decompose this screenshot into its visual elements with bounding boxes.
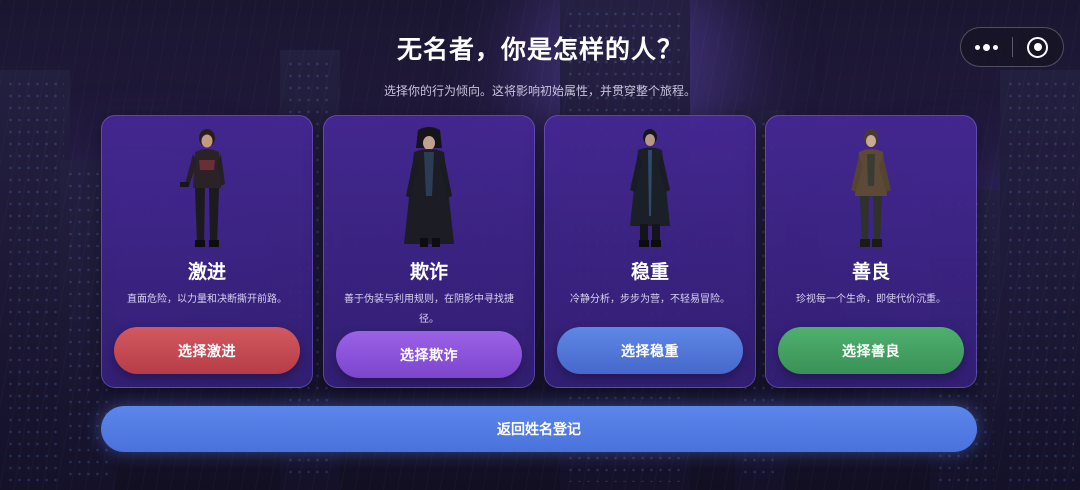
- choice-description: 珍视每一个生命，即使代价沉重。: [796, 294, 946, 305]
- page-subtitle: 选择你的行为倾向。这将影响初始属性，并贯穿整个旅程。: [383, 84, 696, 98]
- target-close-icon[interactable]: [1012, 28, 1063, 66]
- select-deceptive-button[interactable]: 选择欺诈: [336, 331, 522, 378]
- back-to-name-registration-button[interactable]: 返回姓名登记: [101, 406, 977, 452]
- choice-card-kind: 善良 珍视每一个生命，即使代价沉重。 选择善良: [765, 115, 977, 388]
- choice-description: 直面危险，以力量和决断撕开前路。: [127, 294, 287, 305]
- mini-program-capsule: [960, 27, 1064, 67]
- choice-name: 欺诈: [409, 261, 448, 283]
- choice-card-steady: 稳重 冷静分析，步步为营，不轻易冒险。 选择稳重: [544, 115, 756, 388]
- choice-name: 善良: [851, 261, 890, 283]
- female-fighter-with-pistol-portrait: [102, 126, 312, 254]
- choice-description: 冷静分析，步步为营，不轻易冒险。: [570, 294, 730, 305]
- page-title: 无名者，你是怎样的人？: [396, 35, 683, 64]
- figure-in-dark-trench-coat-portrait: [545, 126, 755, 254]
- select-aggressive-button[interactable]: 选择激进: [114, 327, 300, 374]
- choice-card-deceptive: 欺诈 善于伪装与利用规则，在阴影中寻找捷径。 选择欺诈: [323, 115, 535, 388]
- select-steady-button[interactable]: 选择稳重: [557, 327, 743, 374]
- figure-in-brown-jacket-portrait: [766, 126, 976, 254]
- select-kind-button[interactable]: 选择善良: [778, 327, 964, 374]
- choice-description: 善于伪装与利用规则，在阴影中寻找捷径。: [344, 294, 514, 325]
- choice-name: 稳重: [630, 261, 669, 283]
- hooded-figure-in-long-coat-portrait: [324, 126, 534, 254]
- choice-name: 激进: [187, 261, 226, 283]
- more-dots-icon[interactable]: [961, 28, 1012, 66]
- choice-card-aggressive: 激进 直面危险，以力量和决断撕开前路。 选择激进: [101, 115, 313, 388]
